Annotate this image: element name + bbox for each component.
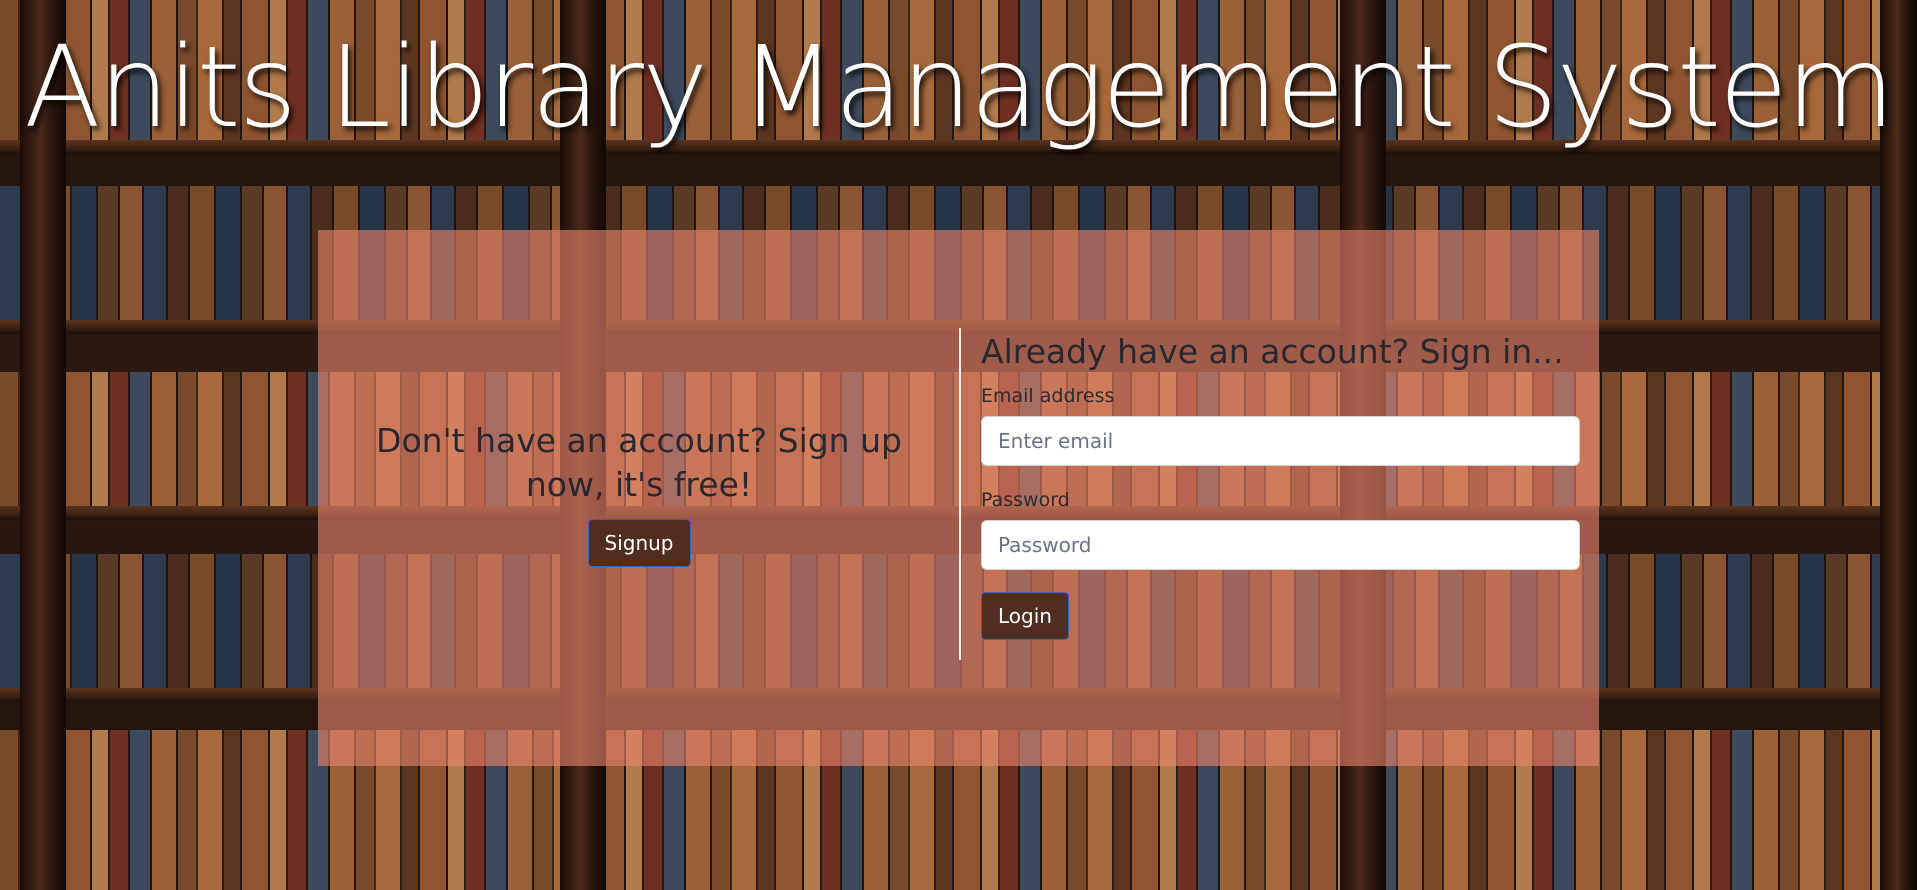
- signup-panel: Don't have an account? Sign up now, it's…: [318, 328, 960, 658]
- signin-form: Already have an account? Sign in... Emai…: [981, 328, 1581, 640]
- signin-heading: Already have an account? Sign in...: [981, 332, 1564, 371]
- password-field[interactable]: [981, 520, 1580, 570]
- auth-card: Don't have an account? Sign up now, it's…: [318, 230, 1599, 766]
- signup-heading: Don't have an account? Sign up now, it's…: [376, 421, 902, 504]
- email-label: Email address: [981, 385, 1115, 407]
- login-button[interactable]: Login: [981, 592, 1069, 640]
- email-field[interactable]: [981, 416, 1580, 466]
- page-title: Anits Library Management System: [24, 23, 1895, 153]
- panel-divider: [959, 328, 961, 660]
- signup-button[interactable]: Signup: [587, 519, 691, 567]
- password-label: Password: [981, 489, 1070, 511]
